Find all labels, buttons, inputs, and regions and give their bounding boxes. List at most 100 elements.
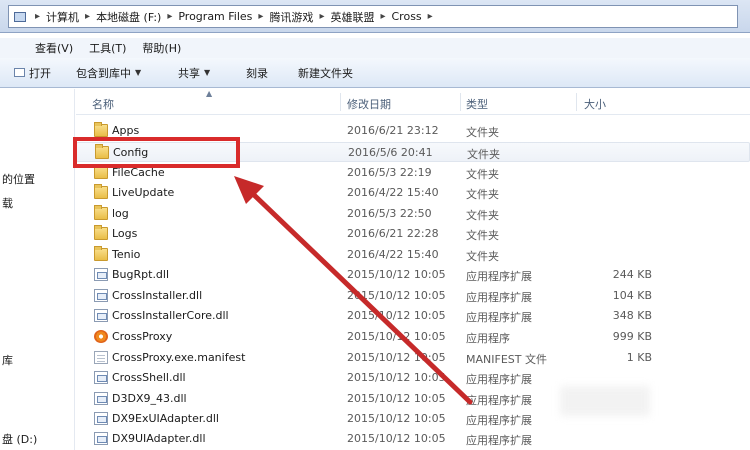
breadcrumb-separator[interactable]: ▸ bbox=[167, 11, 172, 22]
file-size: 244 KB bbox=[612, 268, 652, 281]
menu-bar: 查看(V) 工具(T) 帮助(H) bbox=[0, 38, 750, 58]
chevron-down-icon: ▼ bbox=[204, 68, 211, 77]
nav-item-downloads[interactable]: 载 bbox=[2, 195, 13, 211]
file-date: 2016/6/21 22:28 bbox=[347, 227, 439, 240]
dll-icon bbox=[94, 289, 108, 302]
file-date: 2015/10/12 10:05 bbox=[347, 289, 446, 302]
dll-icon bbox=[94, 371, 108, 384]
breadcrumb-tencent-games[interactable]: 腾讯游戏 bbox=[269, 9, 313, 25]
menu-tools[interactable]: 工具(T) bbox=[89, 40, 126, 56]
dll-icon bbox=[94, 432, 108, 445]
dll-icon bbox=[94, 268, 108, 281]
file-row-crossshell-dll[interactable]: CrossShell.dll 2015/10/12 10:05 应用程序扩展 bbox=[76, 368, 750, 388]
file-type: 文件夹 bbox=[466, 209, 499, 222]
address-bar[interactable]: ▸ 计算机 ▸ 本地磁盘 (F:) ▸ Program Files ▸ 腾讯游戏… bbox=[8, 5, 738, 28]
nav-item-recent-places[interactable]: 的位置 bbox=[2, 171, 35, 187]
folder-icon bbox=[95, 144, 109, 159]
file-date: 2015/10/12 10:05 bbox=[347, 309, 446, 322]
breadcrumb-separator: ▸ bbox=[35, 11, 41, 22]
file-row-dx9uiadapter-dll[interactable]: DX9UIAdapter.dll 2015/10/12 10:05 应用程序扩展 bbox=[76, 429, 750, 449]
column-header-type[interactable]: 类型 bbox=[466, 96, 488, 112]
file-row-config[interactable]: Config 2016/5/6 20:41 文件夹 bbox=[76, 142, 750, 162]
file-size: 999 KB bbox=[612, 330, 652, 343]
file-date: 2015/10/12 10:05 bbox=[347, 432, 446, 445]
new-folder-label: 新建文件夹 bbox=[298, 66, 353, 80]
file-name: log bbox=[112, 207, 129, 220]
file-row-tenio[interactable]: Tenio 2016/4/22 15:40 文件夹 bbox=[76, 245, 750, 265]
file-row-filecache[interactable]: FileCache 2016/5/3 22:19 文件夹 bbox=[76, 163, 750, 183]
file-row-apps[interactable]: Apps 2016/6/21 23:12 文件夹 bbox=[76, 121, 750, 141]
file-date: 2016/6/21 23:12 bbox=[347, 124, 439, 137]
document-icon bbox=[94, 351, 108, 364]
file-row-logs[interactable]: Logs 2016/6/21 22:28 文件夹 bbox=[76, 224, 750, 244]
file-type: 应用程序扩展 bbox=[466, 394, 532, 407]
folder-icon bbox=[94, 164, 108, 179]
file-type: 文件夹 bbox=[467, 148, 500, 161]
new-folder-button[interactable]: 新建文件夹 bbox=[298, 65, 353, 81]
open-button-label: 打开 bbox=[29, 66, 51, 80]
address-bar-region: ▸ 计算机 ▸ 本地磁盘 (F:) ▸ Program Files ▸ 腾讯游戏… bbox=[0, 0, 750, 33]
breadcrumb-league-of-legends[interactable]: 英雄联盟 bbox=[330, 9, 374, 25]
file-row-bugrpt-dll[interactable]: BugRpt.dll 2015/10/12 10:05 应用程序扩展 244 K… bbox=[76, 265, 750, 285]
column-divider[interactable] bbox=[460, 93, 461, 111]
column-header-size[interactable]: 大小 bbox=[584, 96, 606, 112]
blurred-watermark bbox=[560, 386, 650, 416]
file-type: 应用程序扩展 bbox=[466, 414, 532, 427]
command-toolbar: 打开 包含到库中 ▼ 共享 ▼ 刻录 新建文件夹 bbox=[0, 58, 750, 88]
breadcrumb-separator[interactable]: ▸ bbox=[319, 11, 324, 22]
breadcrumb-computer[interactable]: 计算机 bbox=[46, 9, 79, 25]
column-divider[interactable] bbox=[576, 93, 577, 111]
folder-icon bbox=[94, 225, 108, 240]
file-date: 2016/5/3 22:50 bbox=[347, 207, 432, 220]
sort-ascending-icon: ▲ bbox=[206, 89, 213, 98]
file-type: 文件夹 bbox=[466, 250, 499, 263]
file-row-crossproxy-manifest[interactable]: CrossProxy.exe.manifest 2015/10/12 10:05… bbox=[76, 348, 750, 368]
menu-help[interactable]: 帮助(H) bbox=[142, 40, 181, 56]
column-header-name[interactable]: 名称 bbox=[92, 96, 114, 112]
file-type: 文件夹 bbox=[466, 188, 499, 201]
breadcrumb-separator[interactable]: ▸ bbox=[85, 11, 90, 22]
column-divider[interactable] bbox=[340, 93, 341, 111]
file-name: CrossShell.dll bbox=[112, 371, 186, 384]
file-row-crossinstallercore-dll[interactable]: CrossInstallerCore.dll 2015/10/12 10:05 … bbox=[76, 306, 750, 326]
file-date: 2016/4/22 15:40 bbox=[347, 248, 439, 261]
include-in-library-button[interactable]: 包含到库中 ▼ bbox=[76, 65, 141, 81]
navigation-pane[interactable]: 的位置 载 库 盘 (D:) bbox=[0, 89, 75, 450]
file-row-log[interactable]: log 2016/5/3 22:50 文件夹 bbox=[76, 204, 750, 224]
file-size: 104 KB bbox=[612, 289, 652, 302]
breadcrumb-program-files[interactable]: Program Files bbox=[178, 10, 252, 23]
file-name: D3DX9_43.dll bbox=[112, 392, 187, 405]
breadcrumb: ▸ 计算机 ▸ 本地磁盘 (F:) ▸ Program Files ▸ 腾讯游戏… bbox=[29, 9, 439, 25]
file-name: DX9ExUIAdapter.dll bbox=[112, 412, 219, 425]
nav-item-drive-d[interactable]: 盘 (D:) bbox=[2, 431, 37, 447]
breadcrumb-separator[interactable]: ▸ bbox=[380, 11, 385, 22]
file-name: LiveUpdate bbox=[112, 186, 175, 199]
burn-button[interactable]: 刻录 bbox=[246, 65, 268, 81]
breadcrumb-separator[interactable]: ▸ bbox=[428, 11, 433, 22]
file-name: DX9UIAdapter.dll bbox=[112, 432, 206, 445]
file-row-crossproxy[interactable]: CrossProxy 2015/10/12 10:05 应用程序 999 KB bbox=[76, 327, 750, 347]
menu-view[interactable]: 查看(V) bbox=[35, 40, 73, 56]
breadcrumb-separator[interactable]: ▸ bbox=[258, 11, 263, 22]
file-type: 应用程序扩展 bbox=[466, 373, 532, 386]
file-row-crossinstaller-dll[interactable]: CrossInstaller.dll 2015/10/12 10:05 应用程序… bbox=[76, 286, 750, 306]
open-button[interactable]: 打开 bbox=[14, 65, 51, 81]
chevron-down-icon: ▼ bbox=[135, 68, 142, 77]
share-button[interactable]: 共享 ▼ bbox=[178, 65, 210, 81]
breadcrumb-cross[interactable]: Cross bbox=[392, 10, 422, 23]
file-date: 2015/10/12 10:05 bbox=[347, 330, 446, 343]
breadcrumb-drive[interactable]: 本地磁盘 (F:) bbox=[96, 9, 161, 25]
file-size: 348 KB bbox=[612, 309, 652, 322]
file-type: 应用程序扩展 bbox=[466, 311, 532, 324]
file-date: 2016/5/6 20:41 bbox=[348, 146, 433, 159]
dll-icon bbox=[94, 412, 108, 425]
nav-item-libraries[interactable]: 库 bbox=[2, 352, 13, 368]
file-type: 文件夹 bbox=[466, 229, 499, 242]
column-header-modified[interactable]: 修改日期 bbox=[347, 96, 391, 112]
folder-icon bbox=[94, 122, 108, 137]
file-type: 应用程序 bbox=[466, 332, 510, 345]
file-row-liveupdate[interactable]: LiveUpdate 2016/4/22 15:40 文件夹 bbox=[76, 183, 750, 203]
share-label: 共享 bbox=[178, 66, 200, 80]
dll-icon bbox=[94, 309, 108, 322]
file-date: 2015/10/12 10:05 bbox=[347, 268, 446, 281]
